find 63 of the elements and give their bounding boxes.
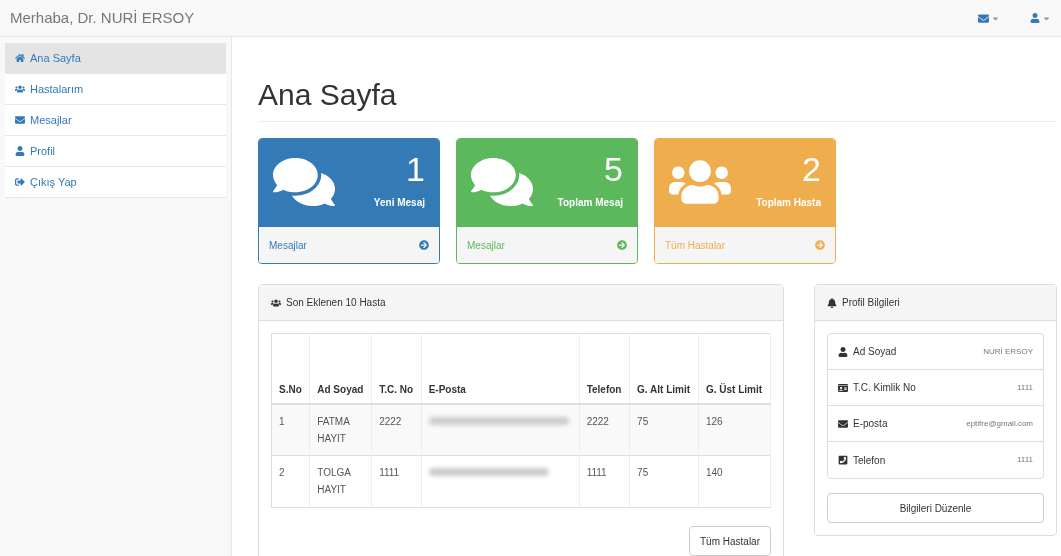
column-header: Telefon (579, 333, 630, 404)
phone-icon (838, 455, 848, 465)
table-cell: 1111 (586, 467, 607, 478)
stat-link[interactable]: Mesajlar (259, 227, 439, 263)
profile-value: 1111 (1017, 381, 1033, 394)
arrow-right-icon (617, 240, 627, 250)
stat-caption: Toplam Hasta (756, 196, 821, 210)
profile-value: NURİ ERSOY (983, 345, 1033, 358)
user-icon (838, 346, 848, 357)
envelope-icon (838, 418, 848, 429)
greeting-text: Merhaba, Dr. NURİ ERSOY (10, 7, 195, 28)
stat-caption: Yeni Mesaj (373, 196, 425, 210)
id-card-icon (838, 382, 848, 393)
users-icon (271, 297, 281, 308)
edit-profile-button[interactable]: Bilgileri Düzenle (827, 493, 1044, 523)
table-cell-text: TOLGA HAYIT (317, 466, 352, 497)
panel-title: Son Eklenen 10 Hasta (286, 296, 386, 310)
messages-dropdown[interactable] (978, 12, 1000, 24)
table-cell: 126 (705, 415, 723, 427)
profile-label: E-posta (853, 417, 888, 431)
panel-title: Profil Bilgileri (842, 296, 900, 310)
sidebar-item[interactable]: Profil (5, 136, 226, 167)
all-patients-button[interactable]: Tüm Hastalar (689, 526, 771, 556)
stat-count: 1 (406, 149, 425, 189)
sidebar-item[interactable]: Hastalarım (5, 74, 226, 105)
column-header: S.No (271, 333, 310, 404)
stat-caption: Toplam Mesaj (557, 196, 623, 210)
stat-count: 5 (604, 149, 623, 189)
table-cell: 1111 (379, 467, 400, 478)
arrow-right-icon (815, 240, 825, 250)
profile-value: eptifre@gmail.com (966, 417, 1033, 430)
stat-count: 2 (802, 149, 821, 189)
column-header: E-Posta (421, 333, 580, 404)
sidebar-item[interactable]: Mesajlar (5, 105, 226, 136)
table-cell: 75 (637, 467, 649, 478)
page-title: Ana Sayfa (258, 77, 1057, 122)
users-icon (15, 84, 25, 94)
sign-out-icon (15, 177, 25, 187)
table-cell: 2 (279, 467, 285, 478)
user-icon (15, 146, 25, 156)
table-cell-text: FATMA HAYIT (317, 414, 351, 446)
envelope-icon (15, 115, 25, 125)
sidebar-item[interactable]: Çıkış Yap (5, 167, 226, 198)
table-cell: 1 (279, 415, 285, 427)
arrow-right-icon (419, 240, 429, 250)
column-header: G. Alt Limit (629, 333, 699, 404)
column-header: G. Üst Limit (698, 333, 771, 404)
sidebar-item[interactable]: Ana Sayfa (5, 43, 226, 74)
envelope-icon (978, 12, 989, 24)
bell-icon (827, 297, 837, 308)
user-icon (1030, 13, 1040, 23)
table-cell: 140 (705, 467, 723, 478)
column-header: T.C. No (371, 333, 422, 404)
table-cell: 2222 (586, 415, 609, 427)
user-dropdown[interactable] (1030, 13, 1051, 23)
table-cell: 2222 (379, 415, 402, 427)
profile-label: Ad Soyad (853, 345, 897, 359)
column-header: Ad Soyad (309, 333, 372, 404)
profile-value: 1111 (1017, 454, 1033, 466)
table-cell: 75 (637, 415, 649, 427)
profile-label: Telefon (853, 453, 886, 468)
profile-label: T.C. Kimlik No (853, 381, 916, 395)
home-icon (15, 53, 25, 63)
